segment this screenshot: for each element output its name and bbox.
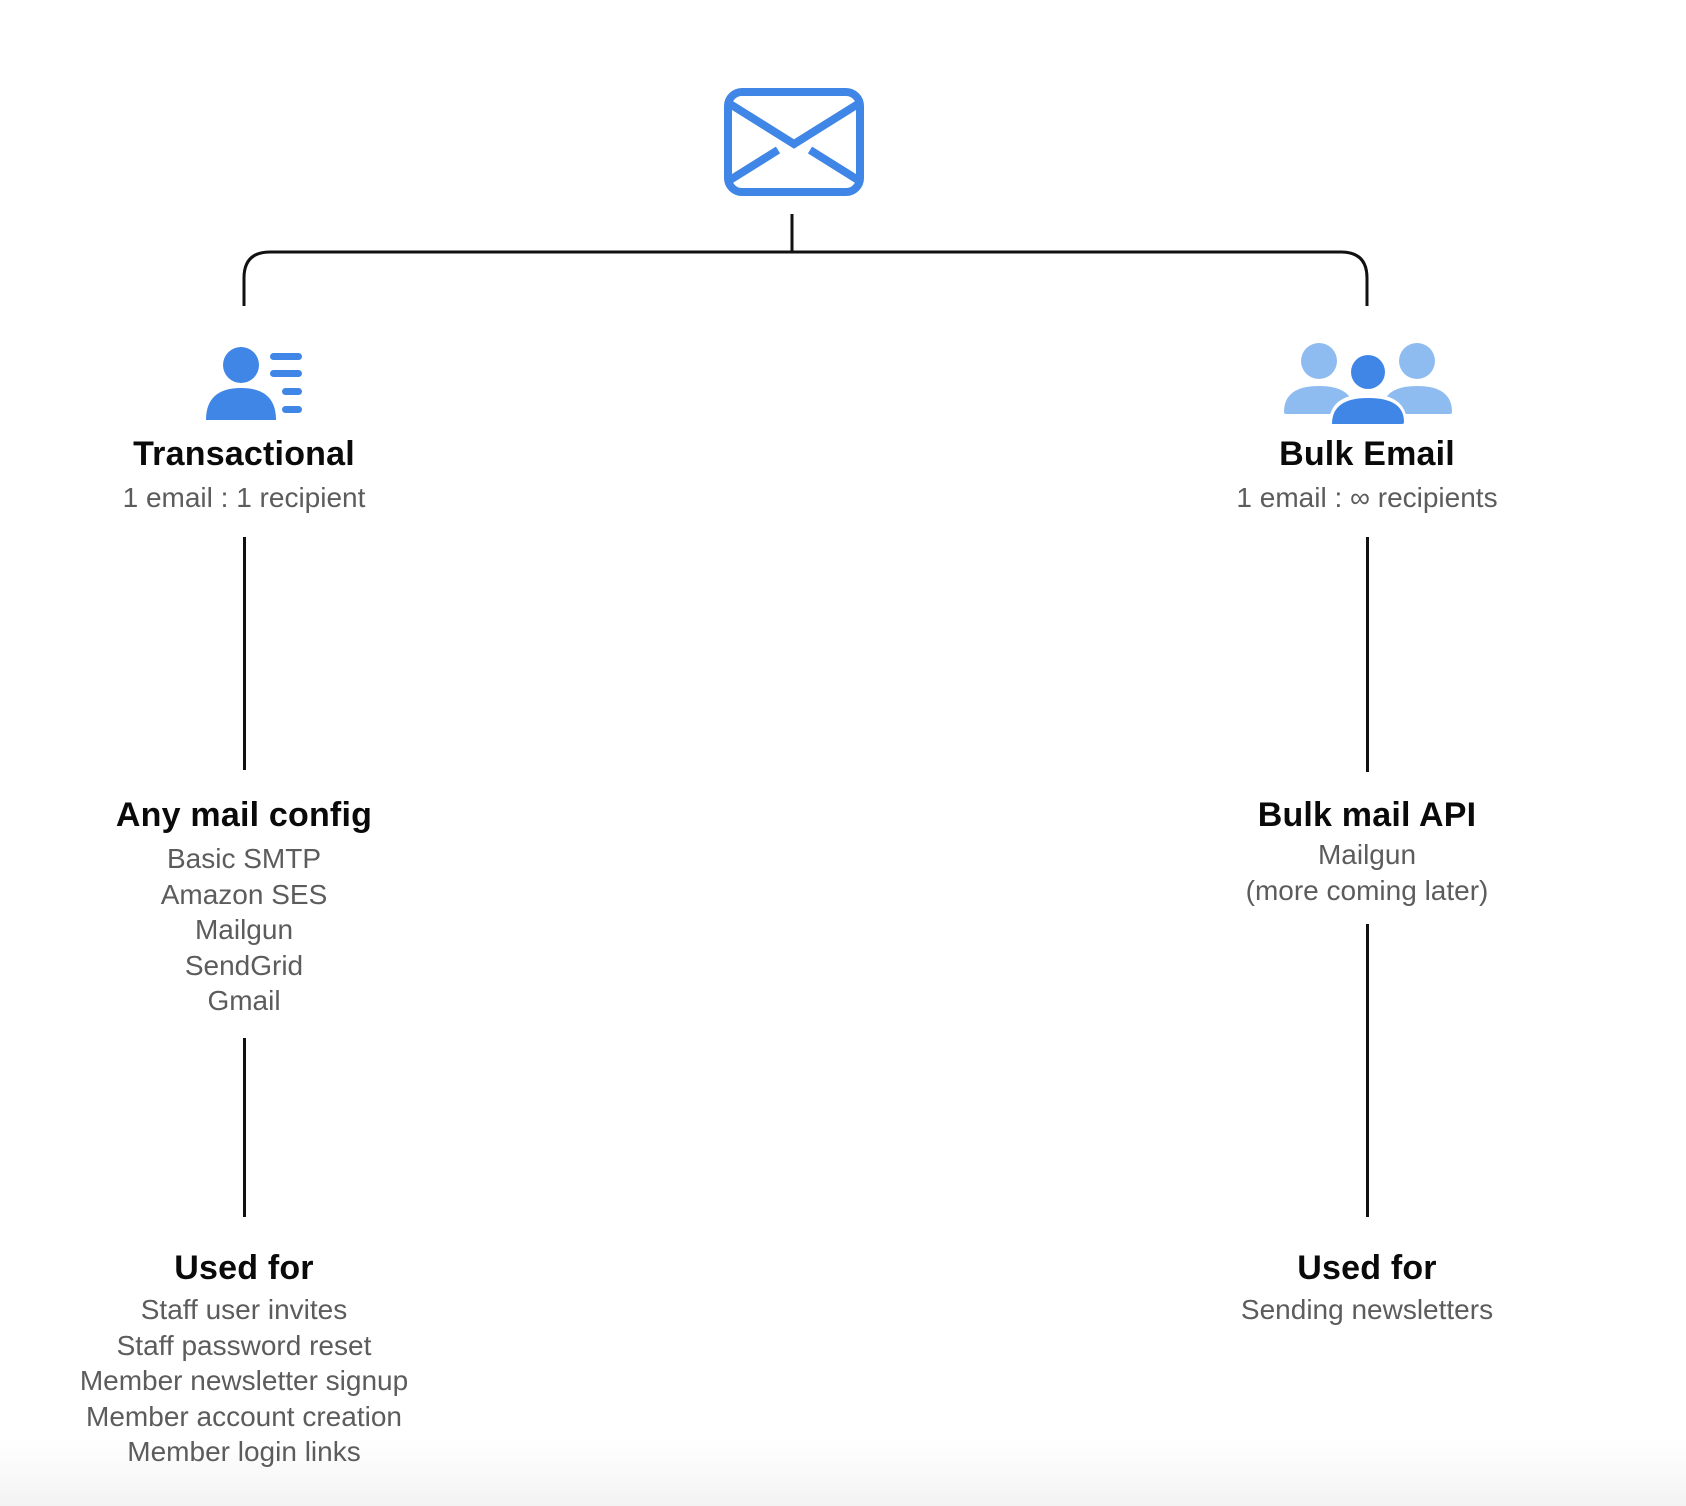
config-item: Mailgun: [1317, 839, 1417, 870]
group-of-people-icon: [1284, 343, 1452, 424]
used-for-item: Member account creation: [86, 1400, 402, 1432]
used-for-item: Staff password reset: [116, 1329, 372, 1361]
config-item: Basic SMTP: [166, 843, 322, 874]
config-item: Gmail: [207, 985, 281, 1016]
config-item: SendGrid: [184, 949, 304, 981]
branch-transactional: Transactional 1 email : 1 recipient: [0, 434, 504, 516]
used-for-item: Sending newsletters: [1240, 1294, 1494, 1325]
config-item: (more coming later): [1245, 874, 1489, 906]
person-with-list-icon: [206, 347, 302, 420]
connector-line: [1366, 537, 1369, 772]
used-for-item: Staff user invites: [140, 1294, 348, 1325]
used-for-title: Used for: [174, 1249, 314, 1287]
used-for-section-bulk: Used for Sending newsletters: [1107, 1248, 1627, 1328]
config-item: Mailgun: [194, 914, 294, 945]
used-for-item: Member login links: [127, 1436, 361, 1467]
config-item: Amazon SES: [160, 878, 328, 910]
connector-line: [1366, 924, 1369, 1217]
config-section-transactional: Any mail config Basic SMTP Amazon SES Ma…: [0, 795, 504, 1019]
config-title: Bulk mail API: [1257, 796, 1477, 834]
connector-line: [243, 537, 246, 770]
branch-bulk: Bulk Email 1 email : ∞ recipients: [1107, 434, 1627, 516]
config-section-bulk: Bulk mail API Mailgun (more coming later…: [1107, 795, 1627, 908]
branch-connector: [242, 214, 1369, 306]
branch-title: Transactional: [133, 435, 355, 473]
branch-subtitle: 1 email : ∞ recipients: [1236, 482, 1498, 513]
used-for-title: Used for: [1297, 1249, 1437, 1287]
config-title: Any mail config: [115, 796, 373, 834]
used-for-section-transactional: Used for Staff user invites Staff passwo…: [0, 1248, 504, 1470]
branch-title: Bulk Email: [1279, 435, 1455, 473]
connector-line: [243, 1038, 246, 1217]
used-for-item: Member newsletter signup: [79, 1365, 409, 1396]
branch-subtitle: 1 email : 1 recipient: [122, 482, 366, 513]
